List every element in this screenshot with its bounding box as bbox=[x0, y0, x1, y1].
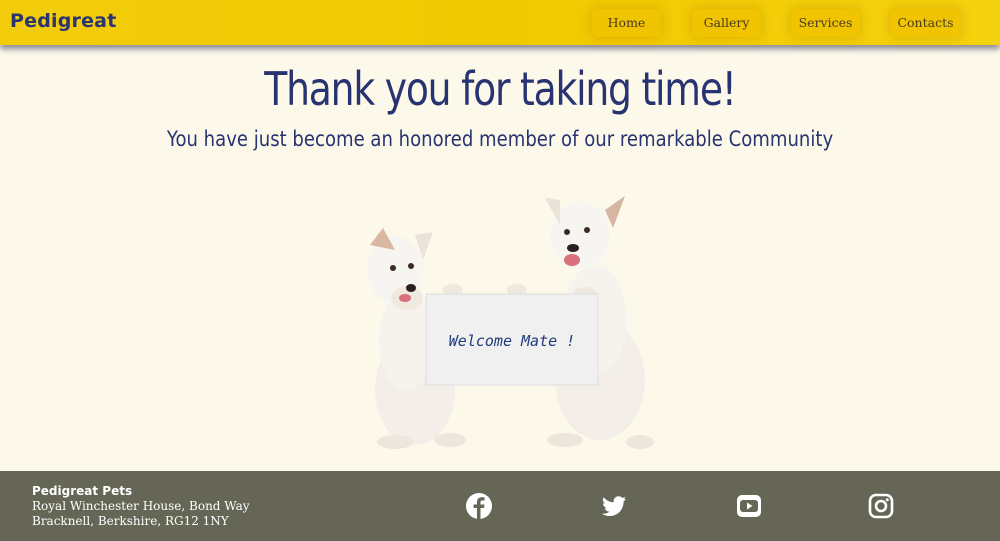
main-nav: Home Gallery Services Contacts bbox=[0, 9, 1000, 37]
dogs-welcome-image: Welcome Mate ! bbox=[367, 196, 654, 449]
youtube-icon[interactable] bbox=[735, 492, 763, 520]
nav-contacts[interactable]: Contacts bbox=[891, 9, 960, 37]
nav-services[interactable]: Services bbox=[791, 9, 860, 37]
facebook-icon[interactable] bbox=[465, 492, 493, 520]
page-title: Thank you for taking time! bbox=[264, 62, 737, 116]
sign-text: Welcome Mate ! bbox=[449, 332, 575, 350]
footer-address-line1: Royal Winchester House, Bond Way bbox=[32, 499, 250, 513]
footer-company-name: Pedigreat Pets bbox=[32, 484, 133, 498]
site-header: Pedigreat Home Gallery Services Contacts bbox=[0, 0, 1000, 45]
nav-home[interactable]: Home bbox=[592, 9, 661, 37]
page-subtitle: You have just become an honored member o… bbox=[166, 127, 834, 151]
twitter-icon[interactable] bbox=[600, 492, 628, 520]
welcome-sign: Welcome Mate ! bbox=[425, 293, 599, 386]
footer-address-line2: Bracknell, Berkshire, RG12 1NY bbox=[32, 514, 229, 528]
site-footer: Pedigreat Pets Royal Winchester House, B… bbox=[0, 471, 1000, 541]
instagram-icon[interactable] bbox=[867, 492, 895, 520]
nav-gallery[interactable]: Gallery bbox=[692, 9, 761, 37]
